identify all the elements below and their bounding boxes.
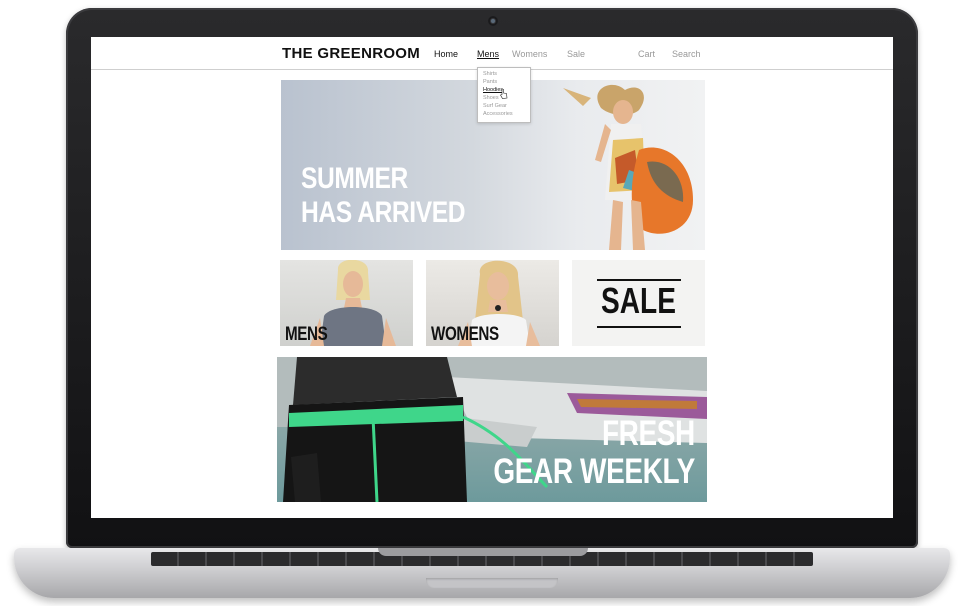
banner-headline: FRESH GEAR WEEKLY — [493, 414, 696, 491]
carousel-dots — [477, 240, 502, 245]
site-header: THE GREENROOM Home Mens Womens Sale Cart… — [91, 37, 893, 70]
nav-home[interactable]: Home — [434, 49, 458, 59]
laptop-hinge — [378, 548, 588, 556]
nav-cart[interactable]: Cart — [638, 49, 655, 59]
banner-headline-line1: FRESH — [602, 414, 695, 453]
fresh-gear-banner[interactable]: FRESH GEAR WEEKLY — [277, 357, 707, 502]
hero-model-image — [563, 84, 693, 250]
dropdown-item-shirts[interactable]: Shirts — [483, 71, 497, 77]
sale-bottom-rule — [597, 326, 681, 328]
dropdown-item-surf-gear[interactable]: Surf Gear — [483, 103, 507, 109]
hand-pointer-cursor-icon — [500, 89, 508, 99]
banner-headline-line2: GEAR WEEKLY — [493, 452, 696, 491]
site-logo[interactable]: THE GREENROOM — [282, 45, 420, 62]
laptop-screen: THE GREENROOM Home Mens Womens Sale Cart… — [91, 37, 893, 518]
nav-womens[interactable]: Womens — [512, 49, 547, 59]
nav-sale[interactable]: Sale — [567, 49, 585, 59]
laptop-opening-notch — [426, 578, 558, 588]
dropdown-item-accessories[interactable]: Accessories — [483, 111, 513, 117]
tile-sale[interactable]: SALE — [572, 260, 705, 346]
nav-mens[interactable]: Mens — [477, 49, 499, 59]
tile-womens-label: WOMENS — [431, 324, 499, 345]
hero-headline-line1: SUMMER — [301, 162, 408, 195]
webcam-icon — [488, 16, 498, 26]
dropdown-item-shoes[interactable]: Shoes — [483, 95, 499, 101]
hero-headline: SUMMER HAS ARRIVED — [301, 162, 465, 230]
tile-mens[interactable]: MENS — [280, 260, 413, 346]
tile-mens-label: MENS — [285, 324, 328, 345]
hero-headline-line2: HAS ARRIVED — [301, 196, 466, 229]
tile-sale-label: SALE — [601, 280, 676, 321]
tile-womens[interactable]: WOMENS — [426, 260, 559, 346]
dropdown-item-pants[interactable]: Pants — [483, 79, 497, 85]
nav-search[interactable]: Search — [672, 49, 701, 59]
